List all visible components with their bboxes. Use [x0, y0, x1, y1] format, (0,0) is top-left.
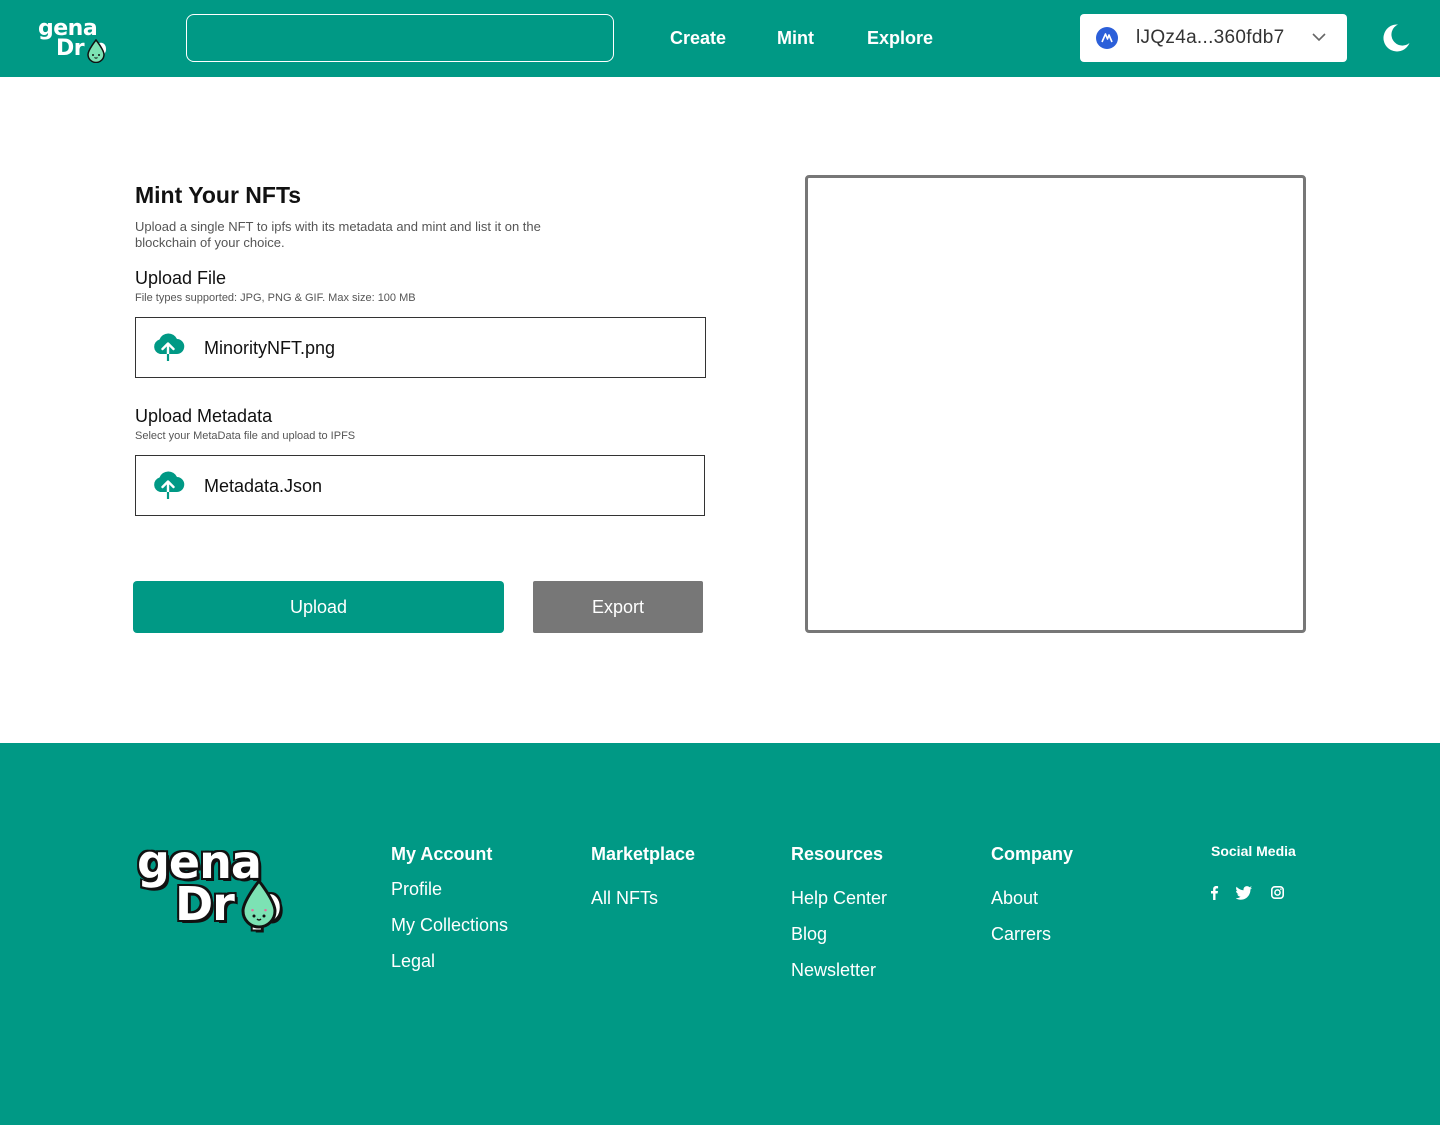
chevron-down-icon [1312, 33, 1326, 42]
footer-link-about[interactable]: About [991, 887, 1038, 909]
footer-heading-marketplace: Marketplace [591, 844, 696, 864]
footer-link-help-center[interactable]: Help Center [791, 887, 887, 909]
footer-link-blog[interactable]: Blog [791, 923, 827, 945]
upload-button[interactable]: Upload [133, 581, 504, 633]
upload-metadata-hint: Select your MetaData file and upload to … [135, 430, 356, 442]
upload-file-hint: File types supported: JPG, PNG & GIF. Ma… [135, 292, 416, 304]
upload-file-name: MinorityNFT.png [204, 338, 336, 358]
top-navbar: gena Dr p Create Mint Explore lJQz4a...3… [0, 0, 1440, 77]
upload-metadata-label: Upload Metadata [135, 406, 273, 426]
drop-mascot-icon [241, 879, 277, 929]
nav-create[interactable]: Create [670, 27, 726, 49]
footer-link-carrers[interactable]: Carrers [991, 923, 1051, 945]
footer-link-all-nfts[interactable]: All NFTs [591, 887, 658, 909]
footer-heading-company: Company [991, 844, 1074, 864]
page-title: Mint Your NFTs [135, 182, 302, 208]
instagram-icon[interactable] [1271, 886, 1284, 899]
algorand-icon [1096, 27, 1118, 49]
nav-mint[interactable]: Mint [777, 27, 814, 49]
twitter-icon[interactable] [1236, 886, 1252, 900]
page-description: Upload a single NFT to ipfs with its met… [135, 219, 541, 250]
genadrop-footer-logo[interactable]: gena Dr p [135, 837, 315, 937]
footer-link-legal[interactable]: Legal [391, 950, 435, 972]
footer-heading-resources: Resources [791, 844, 884, 864]
wallet-dropdown[interactable]: lJQz4a...360fdb7 [1080, 14, 1347, 62]
cloud-upload-icon [154, 471, 185, 500]
nft-preview-panel [805, 175, 1306, 633]
footer-heading-my-account: My Account [391, 844, 493, 864]
search-input[interactable] [186, 14, 614, 62]
footer-link-profile[interactable]: Profile [391, 878, 442, 900]
upload-file-dropzone[interactable]: MinorityNFT.png [135, 317, 706, 378]
upload-file-label: Upload File [135, 268, 227, 288]
cloud-upload-icon [154, 333, 185, 362]
export-button[interactable]: Export [533, 581, 703, 633]
facebook-icon[interactable] [1209, 885, 1219, 900]
moon-icon[interactable] [1381, 23, 1411, 53]
footer-link-my-collections[interactable]: My Collections [391, 914, 508, 936]
footer-link-newsletter[interactable]: Newsletter [791, 959, 876, 981]
upload-metadata-name: Metadata.Json [204, 476, 323, 496]
drop-mascot-icon [87, 39, 105, 63]
footer: gena Dr p My Account Profile My Collecti… [0, 743, 1440, 1125]
wallet-address: lJQz4a...360fdb7 [1136, 27, 1285, 48]
nav-explore[interactable]: Explore [867, 27, 933, 49]
genadrop-logo[interactable]: gena Dr p [38, 17, 122, 65]
footer-heading-social-media: Social Media [1211, 843, 1296, 859]
upload-metadata-dropzone[interactable]: Metadata.Json [135, 455, 705, 516]
